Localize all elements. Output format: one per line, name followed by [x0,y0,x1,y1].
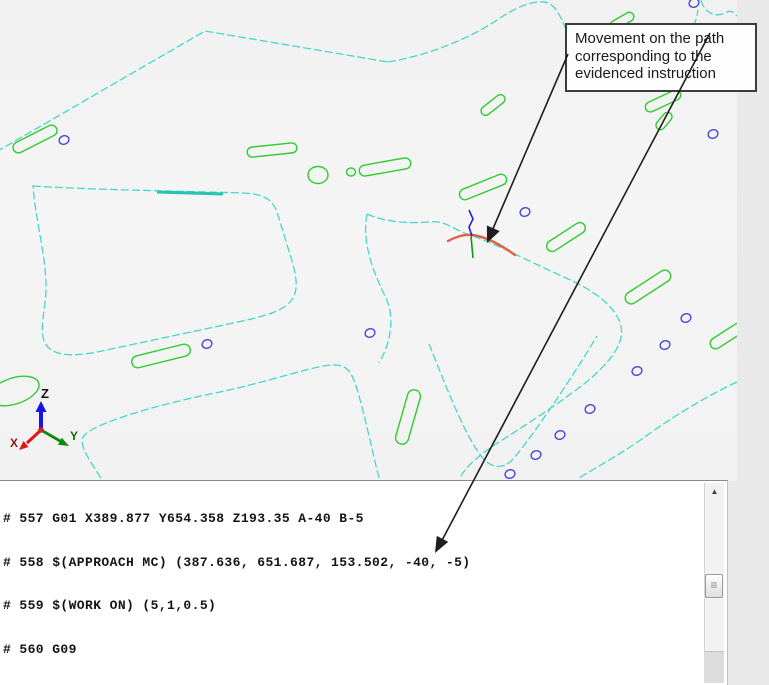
x-axis-label: X [10,436,18,450]
gcode-listing[interactable]: # 557 G01 X389.877 Y654.358 Z193.35 A-40… [0,483,703,685]
callout-line: evidenced instruction [575,65,755,83]
machined-segment-teal [157,192,223,194]
cam-software-window: Z Y X Movement on the path corresponding… [0,0,769,685]
gcode-line[interactable]: # 560 G09 [0,643,703,658]
gcode-line[interactable]: # 559 $(WORK ON) (5,1,0.5) [0,599,703,614]
y-axis-label: Y [70,429,78,443]
gcode-line[interactable]: # 557 G01 X389.877 Y654.358 Z193.35 A-40… [0,512,703,527]
evidenced-move-highlight[interactable] [448,235,515,255]
z-axis-arrow-icon [36,401,47,412]
scrollbar-bottom-corner [704,651,724,683]
scrollbar-thumb[interactable]: ≡ [705,574,723,598]
z-axis-label: Z [41,386,49,401]
annotation-callout: Movement on the path corresponding to th… [565,23,757,92]
axis-triad: Z Y X [10,386,78,450]
callout-line: corresponding to the [575,48,755,66]
vertical-scrollbar[interactable]: ▲ ≡ [704,483,724,683]
thumb-grip-icon: ≡ [710,578,717,592]
gcode-line[interactable]: # 558 $(APPROACH MC) (387.636, 651.687, … [0,556,703,571]
callout-line: Movement on the path [575,30,755,48]
gcode-panel[interactable]: # 557 G01 X389.877 Y654.358 Z193.35 A-40… [0,480,728,685]
scroll-up-icon: ▲ [711,487,719,496]
scroll-up-button[interactable]: ▲ [705,483,724,501]
